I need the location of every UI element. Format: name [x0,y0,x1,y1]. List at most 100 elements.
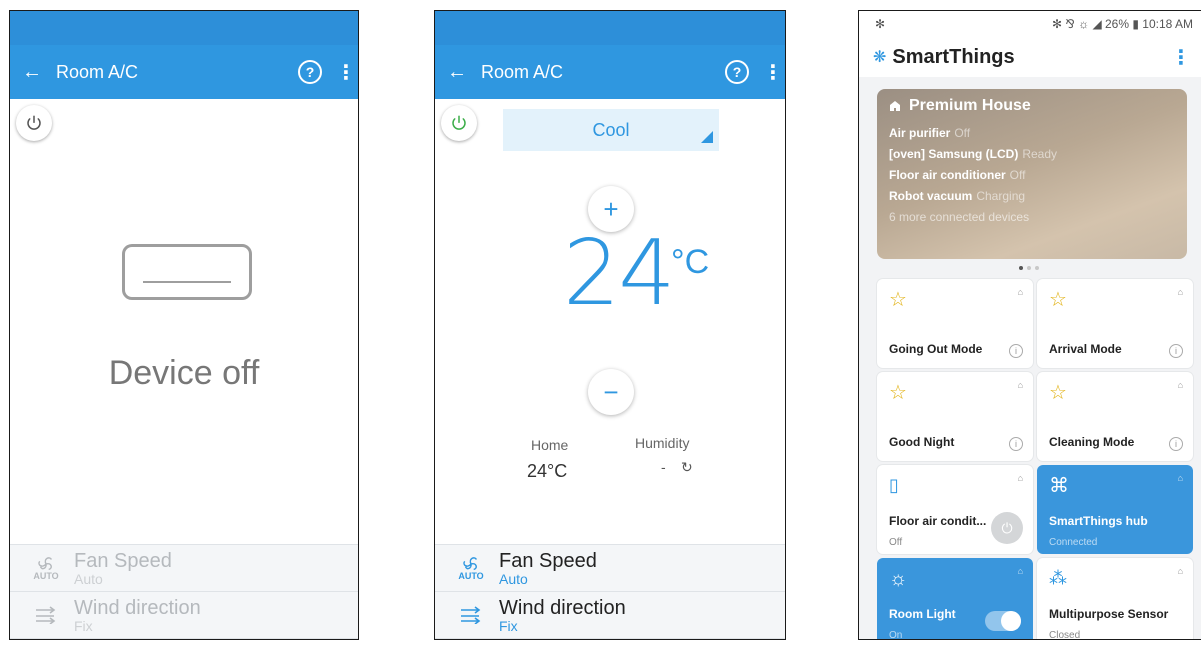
help-icon[interactable]: ? [725,60,749,84]
wind-direction-icon [28,606,64,624]
wind-direction-value: Fix [499,617,518,634]
scene-tile-cleaning[interactable]: ☆ ⌂ Cleaning Mode i [1037,372,1193,461]
tile-name: SmartThings hub [1049,514,1148,528]
more-options-icon[interactable]: ⋮ [763,60,783,85]
air-conditioner-icon [122,244,252,300]
fan-icon: AUTO [28,555,64,581]
tile-name: Floor air condit... [889,514,987,528]
status-bar [435,11,785,45]
tile-name: Cleaning Mode [1049,435,1135,449]
home-pin-icon: ⌂ [1017,380,1023,390]
tile-status: Connected [1049,537,1098,548]
tile-name: Multipurpose Sensor [1049,607,1169,621]
wind-direction-value: Fix [74,617,93,634]
phone-status-bar: ✻ ✻ ⅋ ☼ ◢ 26% ▮ 10:18 AM [859,11,1201,37]
fan-speed-value: Auto [74,570,103,587]
target-temperature: 24 [563,221,676,326]
smartthings-screen: ✻ ✻ ⅋ ☼ ◢ 26% ▮ 10:18 AM ❋ SmartThings ⋮… [858,10,1201,640]
tile-name: Room Light [889,607,956,621]
star-icon: ☆ [889,382,907,404]
info-icon[interactable]: i [1169,344,1183,358]
tile-name: Arrival Mode [1049,342,1122,356]
smartthings-logo-icon: ❋ [873,49,887,66]
tile-name: Good Night [889,435,955,449]
ac-screen-off: ← Room A/C ? ⋮ Device off AUTO Fan Speed… [9,10,359,640]
fan-speed-label: Fan Speed [499,549,597,572]
app-bar: ← Room A/C ? ⋮ [435,45,785,99]
power-icon[interactable]: ⏻ [991,512,1023,544]
scene-tile-going-out[interactable]: ☆ ⌂ Going Out Mode i [877,279,1033,368]
device-status-text: Device off [108,354,260,392]
wind-direction-label: Wind direction [74,596,201,619]
fan-speed-row[interactable]: AUTO Fan Speed Auto [435,545,785,592]
info-icon[interactable]: i [1009,344,1023,358]
location-name: Premium House [909,97,1031,114]
location-device: Floor air conditioner Off [889,168,1026,182]
location-device: Air purifier Off [889,126,971,140]
home-pin-icon: ⌂ [1177,473,1183,483]
fan-speed-row[interactable]: AUTO Fan Speed Auto [10,545,358,592]
dropdown-triangle-icon [701,131,713,143]
home-pin-icon: ⌂ [1177,287,1183,297]
device-tile-hub[interactable]: ⌘ ⌂ SmartThings hub Connected [1037,465,1193,554]
more-options-icon[interactable]: ⋮ [1171,45,1191,70]
tile-status: Off [889,537,903,548]
fan-auto-caption: AUTO [458,571,484,581]
more-devices-text: 6 more connected devices [889,210,1030,224]
ac-screen-on: ← Room A/C ? ⋮ Cool + 24 °C − Home 24°C … [434,10,786,640]
settings-list: AUTO Fan Speed Auto Wind direction Fix [10,544,358,639]
power-button[interactable] [441,105,477,141]
page-indicator [1019,266,1039,270]
fan-icon: AUTO [453,555,489,581]
app-bar: ← Room A/C ? ⋮ [10,45,358,99]
home-temperature-value: 24°C [527,461,568,481]
power-button[interactable] [16,105,52,141]
tile-grid: ☆ ⌂ Going Out Mode i ☆ ⌂ Arrival Mode i … [877,279,1197,640]
more-options-icon[interactable]: ⋮ [336,60,356,85]
light-bulb-icon: ☼ [889,568,908,590]
refresh-icon[interactable]: ↻ [681,459,693,476]
device-tile-floor-ac[interactable]: ▯ ⌂ Floor air condit... Off ⏻ [877,465,1033,554]
home-pin-icon: ⌂ [1017,566,1023,576]
humidity-label: Humidity [635,435,690,451]
app-title: SmartThings [892,45,1015,68]
home-pin-icon: ⌂ [1017,287,1023,297]
fan-speed-value: Auto [499,570,528,587]
tile-status: Closed [1049,630,1081,640]
status-indicators: ✻ ⅋ ☼ ◢ 26% ▮ 10:18 AM [1052,17,1193,31]
home-pin-icon: ⌂ [1177,380,1183,390]
power-icon [452,115,466,130]
device-tile-multipurpose-sensor[interactable]: ⁂ ⌂ Multipurpose Sensor Closed [1037,558,1193,640]
humidity-value: - [661,459,666,475]
location-device: Robot vacuum Charging [889,189,1026,203]
wind-direction-icon [453,606,489,624]
wind-direction-row[interactable]: Wind direction Fix [10,592,358,639]
home-pin-icon: ⌂ [1177,566,1183,576]
home-pin-icon: ⌂ [1017,473,1023,483]
settings-list: AUTO Fan Speed Auto Wind direction Fix [435,544,785,639]
fan-auto-caption: AUTO [33,571,59,581]
back-arrow-icon[interactable]: ← [447,62,473,82]
scene-tile-good-night[interactable]: ☆ ⌂ Good Night i [877,372,1033,461]
mode-value: Cool [592,119,630,140]
wind-direction-label: Wind direction [499,596,626,619]
help-icon[interactable]: ? [298,60,322,84]
star-icon: ☆ [889,289,907,311]
scene-tile-arrival[interactable]: ☆ ⌂ Arrival Mode i [1037,279,1193,368]
location-card[interactable]: Premium House Air purifier Off [oven] Sam… [877,89,1187,259]
device-tile-room-light[interactable]: ☼ ⌂ Room Light On [877,558,1033,639]
home-icon [890,101,900,111]
temperature-down-button[interactable]: − [588,369,634,415]
app-header: ❋ SmartThings ⋮ [859,37,1201,77]
back-arrow-icon[interactable]: ← [22,62,48,82]
mode-dropdown[interactable]: Cool [503,109,719,151]
power-icon [27,115,41,130]
air-conditioner-icon: ▯ [889,475,899,495]
hub-icon: ⌘ [1049,475,1069,497]
info-icon[interactable]: i [1169,437,1183,451]
info-icon[interactable]: i [1009,437,1023,451]
light-toggle-switch[interactable] [985,611,1021,631]
wind-direction-row[interactable]: Wind direction Fix [435,592,785,639]
notification-icon: ✻ [875,17,886,31]
status-bar [10,11,358,45]
